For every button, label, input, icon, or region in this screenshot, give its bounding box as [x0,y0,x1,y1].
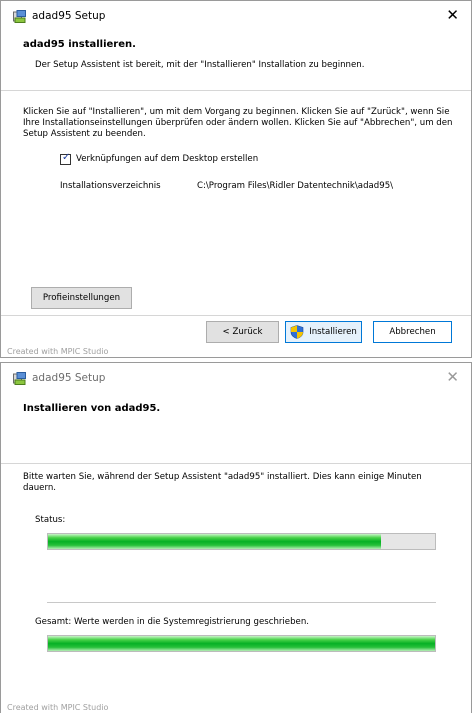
setup-window-installing: adad95 Setup ✕ Installieren von adad95. … [0,362,472,713]
page-description: Der Setup Assistent ist bereit, mit der … [35,60,365,70]
total-progress-fill [48,636,435,651]
back-button[interactable]: < Zurück [206,321,279,343]
uac-shield-icon [290,325,304,339]
desktop-shortcut-checkbox[interactable]: ✓ [60,152,71,165]
header-banner: Installieren von adad95. [1,393,471,464]
close-icon[interactable]: ✕ [446,368,459,386]
setup-app-icon [13,372,26,385]
status-progress-bar [47,533,436,550]
setup-window-ready: adad95 Setup ✕ adad95 installieren. Der … [0,0,472,358]
footer-separator [1,315,471,316]
total-status-label: Gesamt: Werte werden in die Systemregist… [35,617,310,627]
cancel-button[interactable]: Abbrechen [373,321,452,343]
total-progress-bar [47,635,436,652]
desktop-shortcut-label[interactable]: Verknüpfungen auf dem Desktop erstellen [76,154,258,164]
window-title: adad95 Setup [32,372,106,384]
profile-settings-button[interactable]: Profieinstellungen [31,287,132,309]
title-bar[interactable]: adad95 Setup ✕ [1,1,471,31]
install-dir-value: C:\Program Files\Ridler Datentechnik\ada… [197,181,394,191]
install-dir-label: Installationsverzeichnis [60,181,161,191]
setup-app-icon [13,10,26,23]
window-title: adad95 Setup [32,10,106,22]
title-bar[interactable]: adad95 Setup ✕ [1,363,471,393]
checkmark-icon: ✓ [62,152,71,163]
header-banner: adad95 installieren. Der Setup Assistent… [1,31,471,91]
status-progress-fill [48,534,381,549]
footer-credit: Created with MPIC Studio [7,347,109,356]
page-title: Installieren von adad95. [23,403,161,414]
status-label: Status: [35,515,66,525]
instructions-text: Klicken Sie auf "Installieren", um mit d… [23,107,453,139]
install-button-label: Installieren [309,327,357,337]
footer-credit: Created with MPIC Studio [7,703,109,712]
section-divider [47,602,436,603]
wait-message: Bitte warten Sie, während der Setup Assi… [23,472,422,493]
page-title: adad95 installieren. [23,39,136,50]
close-icon[interactable]: ✕ [446,6,459,24]
install-button[interactable]: Installieren [285,321,362,343]
